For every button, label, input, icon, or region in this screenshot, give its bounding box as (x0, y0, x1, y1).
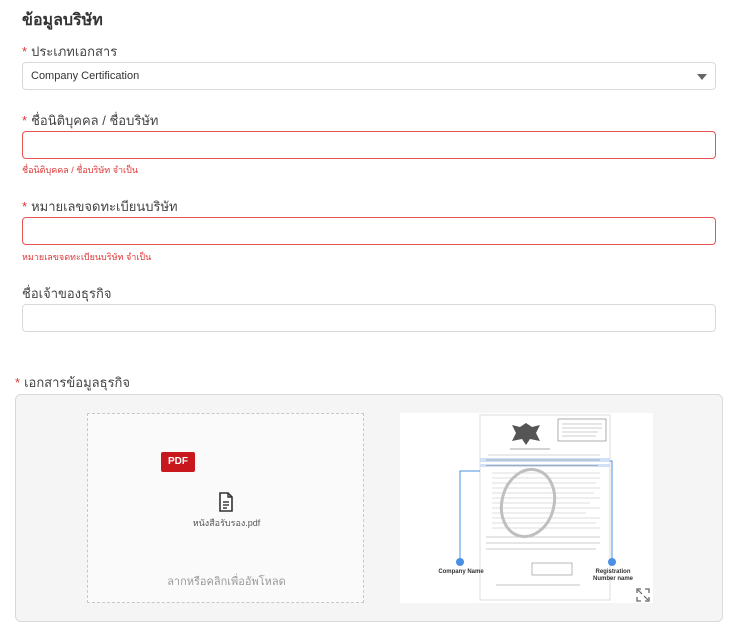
example-label-registration: Registration (595, 569, 631, 575)
company-name-input[interactable] (22, 131, 716, 159)
uploaded-file-name: หนังสือรับรอง.pdf (192, 518, 261, 528)
upload-panel: PDF หนังสือรับรอง.pdf ลากหรือคลิกเพื่ออั… (15, 394, 723, 622)
company-name-label-text: ชื่อนิติบุคคล / ชื่อบริษัท (31, 113, 159, 128)
pdf-badge: PDF (161, 452, 195, 472)
reg-number-label-text: หมายเลขจดทะเบียนบริษัท (31, 199, 178, 214)
doc-type-value: Company Certification (31, 70, 140, 82)
doc-type-label-text: ประเภทเอกสาร (31, 44, 118, 59)
document-icon (219, 492, 233, 512)
required-mark: * (22, 113, 28, 128)
required-mark: * (15, 375, 21, 390)
required-mark: * (22, 44, 28, 59)
section-title: ข้อมูลบริษัท (22, 12, 103, 29)
required-mark: * (22, 199, 28, 214)
example-label-company-name: Company Name (438, 569, 484, 575)
expand-icon[interactable] (636, 588, 650, 602)
owner-name-input[interactable] (22, 304, 716, 332)
company-name-error: ชื่อนิติบุคคล / ชื่อบริษัท จำเป็น (22, 165, 138, 175)
reg-number-error: หมายเลขจดทะเบียนบริษัท จำเป็น (22, 252, 152, 262)
upload-label: * เอกสารข้อมูลธุรกิจ (15, 372, 130, 393)
owner-name-label-text: ชื่อเจ้าของธุรกิจ (22, 286, 112, 301)
doc-type-label: * ประเภทเอกสาร (22, 41, 117, 62)
upload-label-text: เอกสารข้อมูลธุรกิจ (24, 375, 131, 390)
owner-name-label: ชื่อเจ้าของธุรกิจ (22, 283, 111, 304)
drop-hint: ลากหรือคลิกเพื่ออัพโหลด (167, 576, 286, 588)
example-document: Company Name Registration Number name (400, 413, 653, 603)
upload-dropzone[interactable]: PDF หนังสือรับรอง.pdf ลากหรือคลิกเพื่ออั… (87, 413, 364, 603)
reg-number-input[interactable] (22, 217, 716, 245)
chevron-down-icon[interactable] (697, 74, 707, 80)
doc-type-select[interactable]: Company Certification (22, 62, 716, 90)
reg-number-label: * หมายเลขจดทะเบียนบริษัท (22, 196, 178, 217)
company-name-label: * ชื่อนิติบุคคล / ชื่อบริษัท (22, 110, 158, 131)
example-label-number-name: Number name (592, 576, 633, 582)
